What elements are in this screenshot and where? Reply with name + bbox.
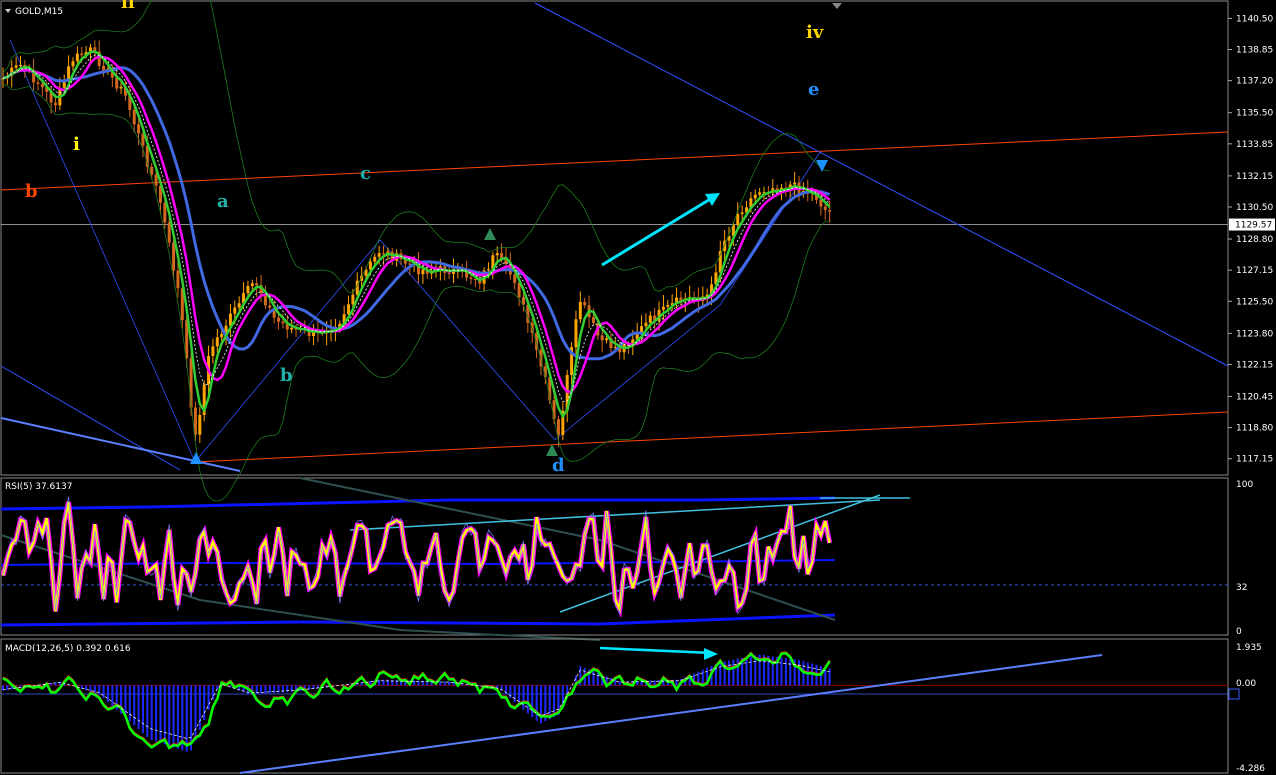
candle-body xyxy=(172,242,176,271)
wave-label-b: b xyxy=(280,365,293,386)
candle-body xyxy=(377,253,381,257)
price-tick-label: 1138.85 xyxy=(1236,46,1273,56)
candle-body xyxy=(648,315,652,323)
price-tick-label: 1130.50 xyxy=(1236,203,1273,213)
price-tick-label: 1125.50 xyxy=(1236,297,1273,307)
candle-body xyxy=(233,307,237,314)
price-tick-label: 1133.85 xyxy=(1236,140,1273,150)
candle-body xyxy=(36,82,40,84)
price-tick-label: 1135.50 xyxy=(1236,109,1273,119)
macd-scale-top: 1.935 xyxy=(1236,643,1262,653)
candle-body xyxy=(368,261,372,270)
price-tick-label: 1137.20 xyxy=(1236,77,1273,87)
price-tick-label: 1117.15 xyxy=(1236,455,1273,465)
candle-body xyxy=(250,283,254,287)
candle-body xyxy=(215,337,219,347)
candle-body xyxy=(583,301,587,306)
price-tick-label: 1128.80 xyxy=(1236,235,1273,245)
candle-body xyxy=(220,333,224,338)
candle-body xyxy=(408,263,412,265)
candle-body xyxy=(736,214,740,225)
candle-body xyxy=(600,335,604,341)
candle-body xyxy=(14,65,18,68)
candle-body xyxy=(80,53,84,56)
candle-body xyxy=(469,277,473,279)
wave-label-iv: iv xyxy=(806,22,824,43)
candle-body xyxy=(119,86,123,89)
candle-body xyxy=(574,319,578,348)
candle-body xyxy=(75,53,79,62)
candle-body xyxy=(277,317,281,322)
candle-body xyxy=(740,212,744,215)
wave-label-e: e xyxy=(808,79,819,100)
price-tick-label: 1120.45 xyxy=(1236,393,1273,403)
candle-body xyxy=(176,270,180,289)
candle-body xyxy=(495,253,499,256)
candle-body xyxy=(513,274,517,283)
macd-scale-zero: 0.00 xyxy=(1236,679,1256,689)
candle-body xyxy=(753,194,757,199)
price-tick-label: 1132.15 xyxy=(1236,172,1273,182)
candle-body xyxy=(132,110,136,125)
candle-body xyxy=(246,286,250,294)
candle-body xyxy=(167,222,171,243)
candle-body xyxy=(290,327,294,330)
rsi-scale-100: 100 xyxy=(1236,480,1253,490)
candle-body xyxy=(18,64,22,66)
candle-body xyxy=(661,306,665,310)
candle-body xyxy=(605,338,609,341)
price-tick-label: 1122.15 xyxy=(1236,360,1273,370)
candle-body xyxy=(281,321,285,324)
wave-label-ii: ii xyxy=(121,0,135,13)
candle-body xyxy=(382,253,386,255)
rsi-title: RSI(5) 37.6137 xyxy=(5,482,72,492)
price-tick-label: 1127.15 xyxy=(1236,266,1273,276)
candle-body xyxy=(40,83,44,88)
wave-label-d: d xyxy=(552,455,565,476)
candle-body xyxy=(552,400,556,420)
candle-body xyxy=(163,202,167,223)
candle-body xyxy=(823,206,827,211)
candle-body xyxy=(154,174,158,186)
price-tick-label: 1140.50 xyxy=(1236,14,1273,24)
macd-title: MACD(12,26,5) 0.392 0.616 xyxy=(5,644,131,654)
price-tick-label: 1123.80 xyxy=(1236,329,1273,339)
candle-body xyxy=(447,272,451,274)
candle-body xyxy=(137,124,141,134)
candle-body xyxy=(255,283,259,286)
wave-label-c: c xyxy=(360,163,371,184)
candle-body xyxy=(71,61,75,67)
symbol-timeframe: GOLD,M15 xyxy=(15,7,63,17)
candle-body xyxy=(793,182,797,185)
candle-body xyxy=(828,210,832,212)
rsi-scale-32: 32 xyxy=(1236,583,1247,593)
candle-body xyxy=(556,419,560,435)
candle-body xyxy=(578,301,582,320)
current-price-label: 1129.57 xyxy=(1235,221,1272,231)
rsi-scale-0: 0 xyxy=(1236,627,1242,637)
candle-body xyxy=(347,304,351,315)
candle-body xyxy=(666,304,670,307)
candle-body xyxy=(268,305,272,308)
candle-body xyxy=(53,102,57,106)
wave-label-a: a xyxy=(217,191,229,212)
candle-body xyxy=(644,322,648,327)
candle-body xyxy=(115,77,119,89)
wave-label-i: i xyxy=(73,134,80,155)
candle-body xyxy=(237,303,241,308)
candle-body xyxy=(211,346,215,356)
macd-scale-bottom: -4.286 xyxy=(1236,764,1265,774)
wave-label-b-orange: b xyxy=(25,181,38,202)
price-tick-label: 1118.80 xyxy=(1236,424,1273,434)
candle-body xyxy=(486,269,490,271)
candle-body xyxy=(591,317,595,323)
candle-body xyxy=(421,269,425,275)
candle-body xyxy=(758,192,762,195)
candle-body xyxy=(198,414,202,435)
candle-body xyxy=(351,294,355,305)
trading-chart[interactable]: 1140.50 1138.85 1137.20 1135.50 1133.85 1132.… xyxy=(0,0,1276,775)
candle-body xyxy=(373,256,377,262)
